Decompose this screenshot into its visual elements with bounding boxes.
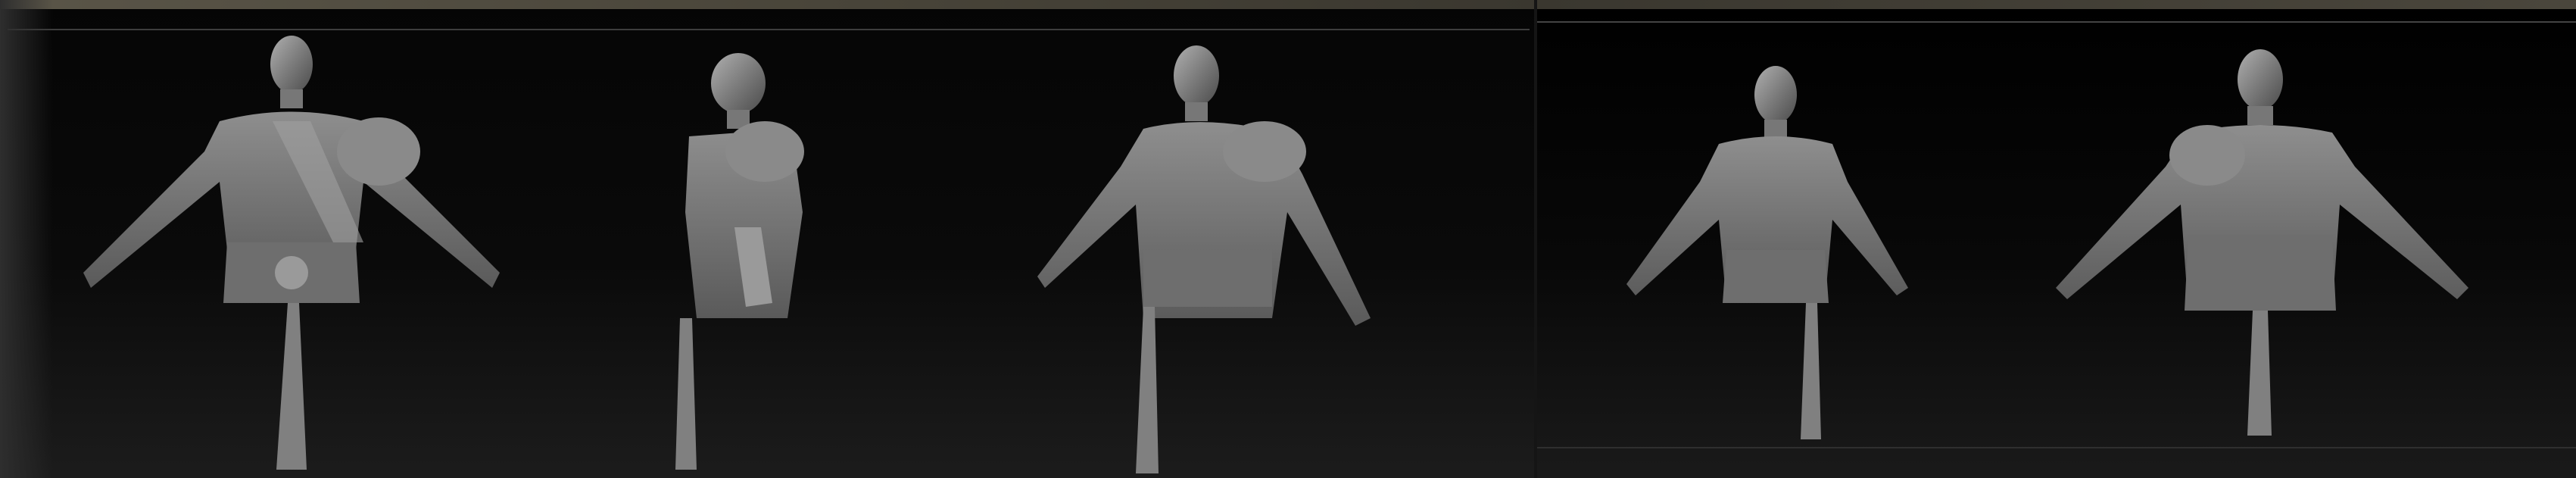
model-view-side[interactable] bbox=[644, 0, 833, 478]
panel-divider bbox=[1534, 0, 1537, 478]
model-view-back[interactable] bbox=[2044, 0, 2476, 478]
model-view-three-quarter-left[interactable] bbox=[1613, 0, 1931, 478]
model-view-front[interactable] bbox=[45, 0, 545, 478]
model-view-three-quarter-right[interactable] bbox=[1030, 0, 1393, 478]
